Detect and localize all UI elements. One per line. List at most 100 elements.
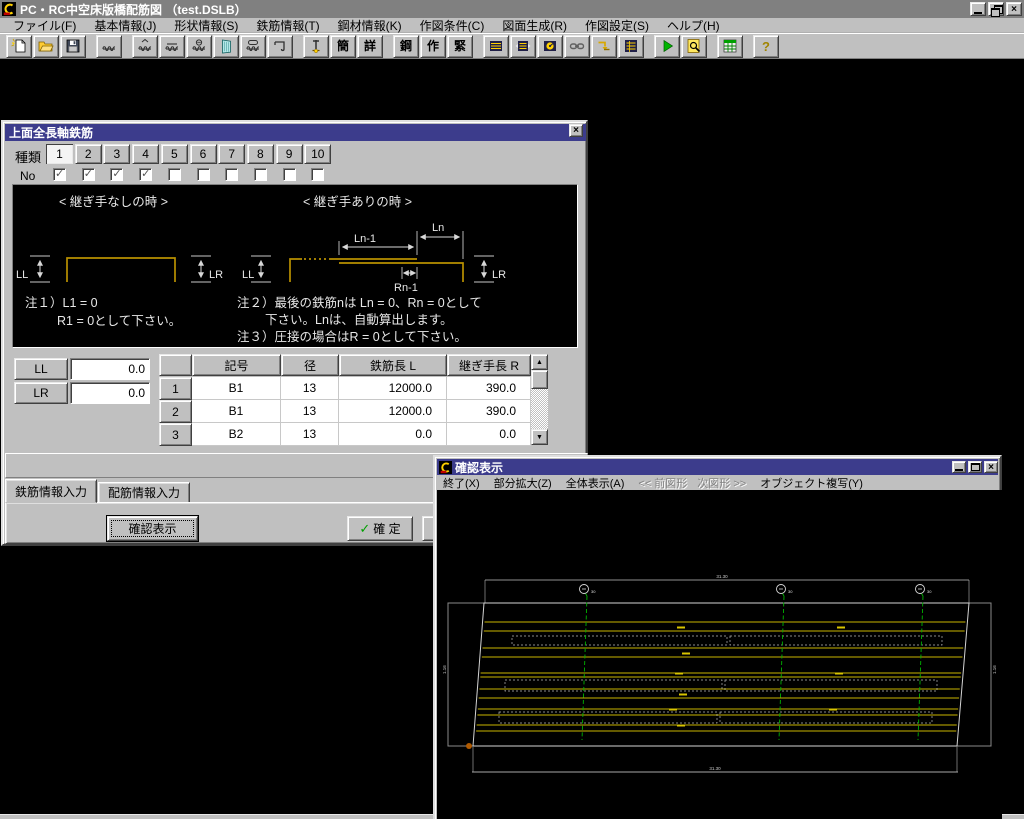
rebar-hat-button[interactable]: [132, 35, 158, 58]
section-arrows-icon: [515, 38, 531, 54]
viewer-maximize-button[interactable]: [968, 461, 982, 473]
menu-item-4[interactable]: 鋼材情報(K): [329, 17, 411, 34]
confirm-display-button[interactable]: 確認表示: [106, 515, 199, 542]
run-button[interactable]: [654, 35, 680, 58]
menu-item-2[interactable]: 形状情報(S): [165, 17, 247, 34]
scroll-up-button[interactable]: ▲: [531, 354, 548, 370]
no-checkbox-4[interactable]: ✓: [139, 168, 152, 181]
rebar-table: 記号径鉄筋長 L継ぎ手長 R1B11312000.0390.02B1131200…: [159, 354, 531, 446]
row-header-3: 3: [159, 423, 192, 446]
table-cell-r2c4[interactable]: 390.0: [447, 400, 531, 423]
viewer-menu-item-0[interactable]: 終了(X): [443, 475, 480, 491]
section-arrows-button[interactable]: [510, 35, 536, 58]
open-folder-button[interactable]: [33, 35, 59, 58]
rebar-hook-button[interactable]: [267, 35, 293, 58]
rebar-sofa-button[interactable]: [240, 35, 266, 58]
no-checkbox-2[interactable]: ✓: [82, 168, 95, 181]
menu-item-1[interactable]: 基本情報(J): [85, 17, 165, 34]
ok-button[interactable]: ✓ 確 定: [347, 516, 413, 541]
section-lines-button[interactable]: [483, 35, 509, 58]
type-button-7[interactable]: 7: [218, 144, 245, 164]
type-button-8[interactable]: 8: [247, 144, 274, 164]
splice-zone-box: [512, 636, 727, 645]
no-checkbox-7[interactable]: [225, 168, 238, 181]
table-cell-r2c2[interactable]: 13: [281, 400, 339, 423]
tab-rebar-info[interactable]: 鉄筋情報入力: [5, 479, 97, 503]
viewer-menu-item-2[interactable]: 全体表示(A): [566, 475, 625, 491]
no-checkbox-8[interactable]: [254, 168, 267, 181]
dialog-close-button[interactable]: ×: [569, 124, 583, 137]
no-checkbox-1[interactable]: ✓: [53, 168, 66, 181]
no-checkbox-10[interactable]: [311, 168, 324, 181]
scroll-thumb[interactable]: [531, 370, 548, 389]
tighten-kanji-button[interactable]: 緊: [447, 35, 473, 58]
table-cell-r2c3[interactable]: 12000.0: [339, 400, 447, 423]
menu-item-5[interactable]: 作図条件(C): [411, 17, 494, 34]
viewer-minimize-button[interactable]: [952, 461, 966, 473]
table-cell-r3c2[interactable]: 13: [281, 423, 339, 446]
save-button[interactable]: [60, 35, 86, 58]
viewer-close-button[interactable]: ×: [984, 461, 998, 473]
table-cell-r3c3[interactable]: 0.0: [339, 423, 447, 446]
viewer-window: 確認表示 × 終了(X)部分拡大(Z)全体表示(A)<< 前図形次図形 >>オブ…: [433, 455, 1002, 819]
preview-zoom-button[interactable]: [681, 35, 707, 58]
spreadsheet-button[interactable]: [717, 35, 743, 58]
list-table-button[interactable]: [618, 35, 644, 58]
rebar-plain-button[interactable]: [96, 35, 122, 58]
table-cell-r1c3[interactable]: 12000.0: [339, 377, 447, 400]
client-area: 上面全長軸鉄筋 × 種類 12345678910 No ✓✓✓✓ < 継ぎ手なし…: [0, 59, 1024, 814]
scroll-down-button[interactable]: ▼: [531, 429, 548, 445]
slab-panel-button[interactable]: [213, 35, 239, 58]
table-cell-r2c1[interactable]: B1: [192, 400, 281, 423]
rebar-double-button[interactable]: [159, 35, 185, 58]
link-button[interactable]: [564, 35, 590, 58]
anchor-pin-button[interactable]: [303, 35, 329, 58]
lr-input[interactable]: 0.0: [70, 382, 150, 404]
close-button[interactable]: ×: [1006, 2, 1022, 16]
type-button-5[interactable]: 5: [161, 144, 188, 164]
new-file-button[interactable]: [6, 35, 32, 58]
toolbar-separator: [708, 35, 717, 58]
route-arrows-button[interactable]: [591, 35, 617, 58]
draw-kanji-button[interactable]: 作: [420, 35, 446, 58]
menu-item-3[interactable]: 鉄筋情報(T): [247, 17, 328, 34]
check-mark-icon: ✓: [112, 167, 121, 180]
minimize-button[interactable]: [970, 2, 986, 16]
type-button-4[interactable]: 4: [132, 144, 159, 164]
top-dimension-label: 31.30: [716, 574, 728, 579]
simple-view-button[interactable]: 簡: [330, 35, 356, 58]
check-icon: ✓: [359, 521, 370, 537]
type-button-10[interactable]: 10: [304, 144, 331, 164]
table-cell-r1c2[interactable]: 13: [281, 377, 339, 400]
menu-item-8[interactable]: ヘルプ(H): [658, 17, 729, 34]
type-button-1[interactable]: 1: [46, 144, 73, 164]
rebar-face-button[interactable]: [186, 35, 212, 58]
menu-item-0[interactable]: ファイル(F): [4, 17, 85, 34]
no-checkbox-6[interactable]: [197, 168, 210, 181]
type-button-3[interactable]: 3: [103, 144, 130, 164]
ln-label: Ln: [432, 222, 444, 234]
ll-input[interactable]: 0.0: [70, 358, 150, 380]
table-cell-r3c1[interactable]: B2: [192, 423, 281, 446]
viewer-menu-item-5[interactable]: オブジェクト複写(Y): [760, 475, 863, 491]
no-checkbox-5[interactable]: [168, 168, 181, 181]
gauge-button[interactable]: [537, 35, 563, 58]
no-checkbox-9[interactable]: [283, 168, 296, 181]
table-scrollbar[interactable]: ▲ ▼: [531, 354, 548, 445]
detail-view-button[interactable]: 詳: [357, 35, 383, 58]
restore-button[interactable]: [988, 2, 1004, 16]
menu-item-7[interactable]: 作図設定(S): [576, 17, 658, 34]
help-button[interactable]: ?: [753, 35, 779, 58]
table-cell-r1c1[interactable]: B1: [192, 377, 281, 400]
table-cell-r3c4[interactable]: 0.0: [447, 423, 531, 446]
viewer-menu-item-3: << 前図形: [638, 475, 687, 491]
steel-kanji-button[interactable]: 鋼: [393, 35, 419, 58]
table-cell-r1c4[interactable]: 390.0: [447, 377, 531, 400]
type-button-2[interactable]: 2: [75, 144, 102, 164]
viewer-menu-item-1[interactable]: 部分拡大(Z): [494, 475, 552, 491]
tab-arrangement-info[interactable]: 配筋情報入力: [98, 482, 190, 503]
no-checkbox-3[interactable]: ✓: [110, 168, 123, 181]
type-button-9[interactable]: 9: [276, 144, 303, 164]
type-button-6[interactable]: 6: [190, 144, 217, 164]
menu-item-6[interactable]: 図面生成(R): [493, 17, 576, 34]
